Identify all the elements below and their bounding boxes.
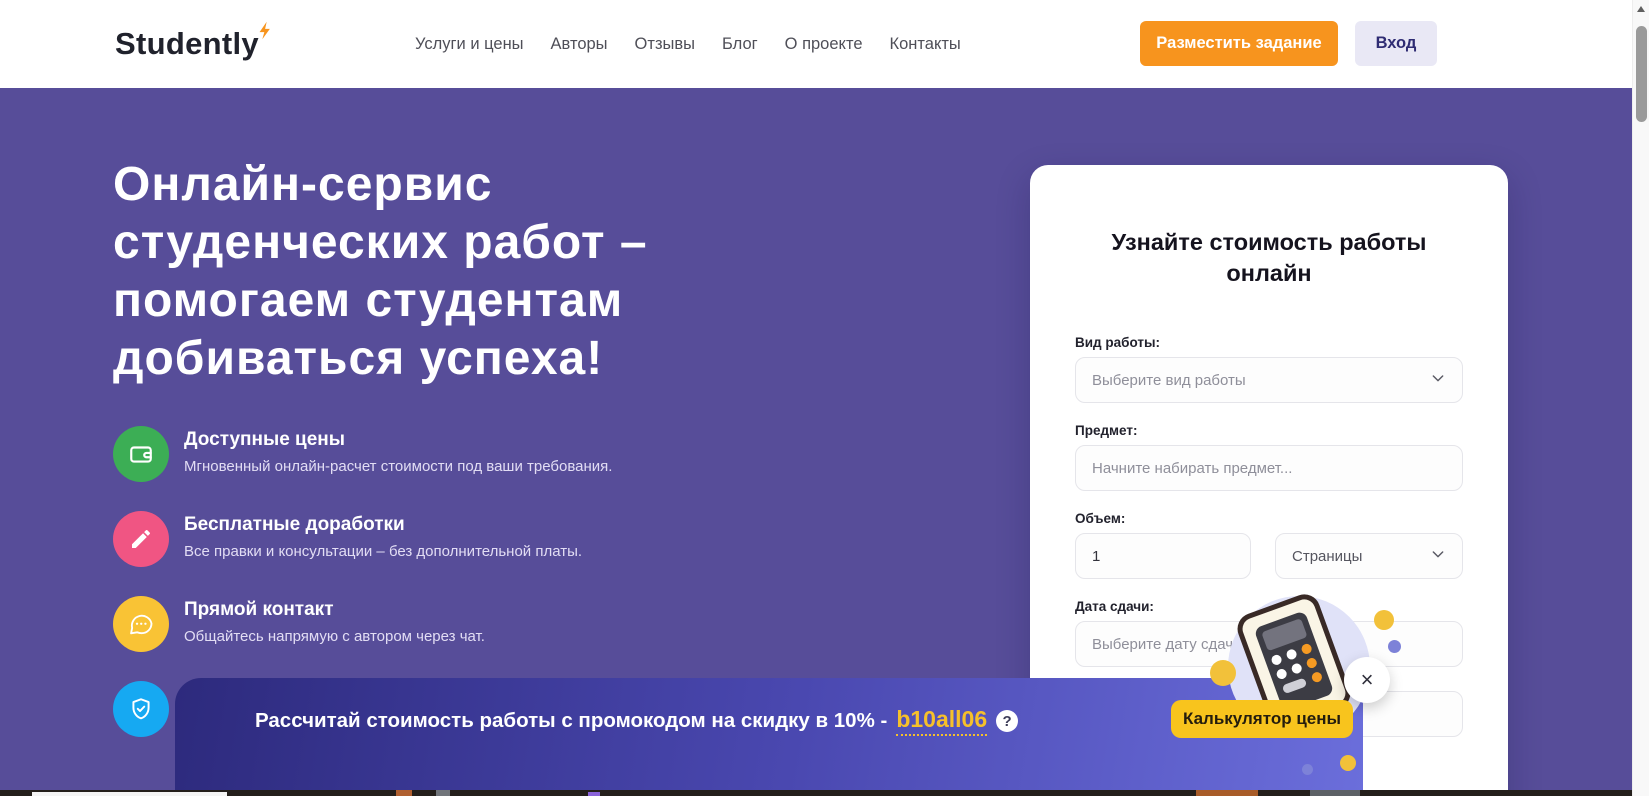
feature-title: Прямой контакт [184,599,334,620]
subject-input[interactable] [1075,445,1463,491]
decor-dot [1374,610,1394,630]
volume-unit-value: Страницы [1292,547,1363,565]
scrollbar[interactable] [1632,0,1649,796]
work-type-label: Вид работы: [1075,335,1161,350]
feature-contact: Прямой контакт Общайтесь напрямую с авто… [113,596,733,652]
feature-title: Бесплатные доработки [184,514,405,535]
work-type-select[interactable]: Выберите вид работы [1075,357,1463,403]
scrollbar-up-arrow[interactable] [1633,0,1649,17]
subject-label: Предмет: [1075,423,1138,438]
chat-icon [113,596,169,652]
hero-title-line: помогаем студентам [113,274,624,327]
decor-dot [1388,640,1401,653]
price-calculator-button[interactable]: Калькулятор цены [1171,700,1353,738]
feature-prices: Доступные цены Мгновенный онлайн-расчет … [113,426,733,482]
studently-page: Studently Услуги и цены Авторы Отзывы Бл… [0,0,1632,796]
feature-description: Все правки и консультации – без дополнит… [184,543,583,560]
decor-dot [1210,660,1236,686]
hero-title: Онлайн-сервис студенческих работ – помог… [113,156,648,388]
volume-input[interactable] [1075,533,1251,579]
login-button[interactable]: Вход [1355,21,1437,66]
main-navigation: Услуги и цены Авторы Отзывы Блог О проек… [415,0,961,88]
wallet-icon [113,426,169,482]
hero-title-line: Онлайн-сервис [113,158,493,211]
chevron-down-icon [1430,546,1446,566]
nav-item-contacts[interactable]: Контакты [890,35,961,54]
taskbar-edge [0,790,1632,796]
hero-title-line: добиваться успеха! [113,332,604,385]
shield-check-icon [113,681,169,737]
scrollbar-thumb[interactable] [1636,26,1647,122]
volume-unit-select[interactable]: Страницы [1275,533,1463,579]
close-icon[interactable]: × [1344,657,1390,703]
feature-description: Мгновенный онлайн-расчет стоимости под в… [184,458,613,475]
help-icon[interactable]: ? [996,710,1019,732]
feature-title: Доступные цены [184,429,346,450]
logo-text: Studently [115,26,259,61]
calculator-title: Узнайте стоимость работы онлайн [1111,229,1427,286]
nav-item-services[interactable]: Услуги и цены [415,35,524,54]
calculator-keypad [1253,610,1335,712]
nav-item-about[interactable]: О проекте [785,35,863,54]
chevron-down-icon [1430,370,1446,390]
nav-item-reviews[interactable]: Отзывы [635,35,695,54]
pen-icon [113,511,169,567]
post-task-button[interactable]: Разместить задание [1140,21,1338,66]
header: Studently Услуги и цены Авторы Отзывы Бл… [0,0,1632,88]
nav-item-authors[interactable]: Авторы [551,35,608,54]
hero-title-line: студенческих работ – [113,216,648,269]
promo-code-link[interactable]: b10all06 [896,706,988,736]
volume-label: Объем: [1075,511,1126,526]
feature-revisions: Бесплатные доработки Все правки и консул… [113,511,733,567]
promo-text: Рассчитай стоимость работы с промокодом … [255,709,888,732]
logo[interactable]: Studently [115,21,270,62]
lightning-bolt-icon [256,16,275,52]
nav-item-blog[interactable]: Блог [722,35,758,54]
decor-dot [1302,764,1313,775]
browser-viewport: Studently Услуги и цены Авторы Отзывы Бл… [0,0,1649,796]
feature-description: Общайтесь напрямую с автором через чат. [184,628,485,645]
work-type-placeholder: Выберите вид работы [1092,371,1246,389]
decor-dot [1340,755,1356,771]
